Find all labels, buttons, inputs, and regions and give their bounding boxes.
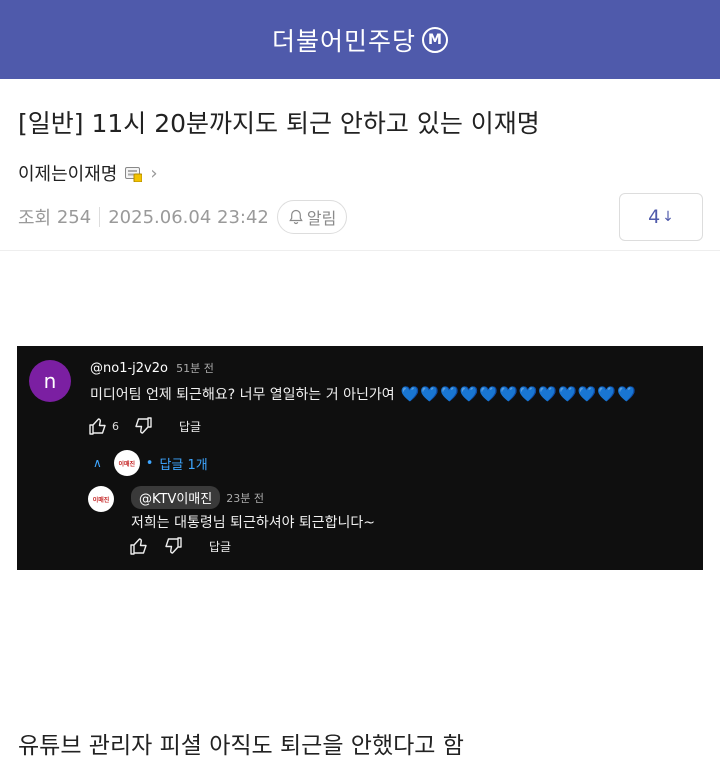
alarm-button[interactable]: 알림 <box>276 200 348 234</box>
reply-handle: @KTV이매진 <box>131 486 221 509</box>
chevron-right-icon: › <box>150 162 158 184</box>
comment-text-line: 미디어팀 언제 퇴근해요? 너무 열일하는 거 아닌가여 💙💙💙💙💙💙💙💙💙💙💙… <box>90 384 637 404</box>
post-meta: 조회 254 2025.06.04 23:42 알림 <box>18 200 348 234</box>
blue-hearts: 💙💙💙💙💙💙💙💙💙💙💙💙 <box>400 385 637 403</box>
thumbs-down-icon <box>135 417 152 434</box>
reply-label: 답글 <box>209 539 232 554</box>
like-count: 6 <box>112 419 119 433</box>
commenter-avatar: n <box>29 360 71 402</box>
post-body-text: 유튜브 관리자 피셜 아직도 퇴근을 안했다고 함 <box>18 733 464 759</box>
thumbs-up-icon <box>130 538 147 555</box>
reply-actions: 답글 <box>129 536 231 556</box>
reply-label: 답글 <box>179 419 202 434</box>
replies-toggle: ∧ 이매진 • 답글 1개 <box>93 450 208 476</box>
commenter-handle: @no1-j2v2o <box>90 361 168 376</box>
reply-channel-avatar: 이매진 <box>88 486 114 512</box>
reply-time: 23분 전 <box>226 491 264 505</box>
views-count: 254 <box>56 206 92 228</box>
author-row[interactable]: 이제는이재명 › <box>18 160 158 186</box>
alarm-label: 알림 <box>306 209 337 228</box>
commenter-line: @no1-j2v2o 51분 전 <box>90 360 214 376</box>
board-header: 더불어민주당 M <box>0 0 720 79</box>
arrow-down-icon: ↓ <box>662 209 674 225</box>
author-name[interactable]: 이제는이재명 <box>18 160 117 186</box>
reply-text: 저희는 대통령님 퇴근하셔야 퇴근합니다~ <box>131 515 376 531</box>
meta-divider <box>99 207 101 227</box>
views-label: 조회 <box>18 208 52 229</box>
reply-user-line: @KTV이매진 23분 전 <box>131 486 264 509</box>
comment-time: 51분 전 <box>176 362 214 375</box>
chevron-up-icon: ∧ <box>93 456 102 470</box>
post-title: [일반] 11시 20분까지도 퇴근 안하고 있는 이재명 <box>18 109 540 138</box>
member-level-icon <box>125 166 143 182</box>
thumbs-down-icon <box>165 537 182 554</box>
dot-separator: • <box>145 455 154 471</box>
comment-text: 미디어팀 언제 퇴근해요? 너무 열일하는 거 아닌가여 <box>90 387 395 403</box>
board-name[interactable]: 더불어민주당 <box>272 22 416 58</box>
post-datetime: 2025.06.04 23:42 <box>108 206 269 228</box>
board-badge-icon: M <box>422 26 448 53</box>
replies-count-label: 답글 1개 <box>159 457 208 473</box>
comment-count: 4 <box>648 206 661 228</box>
bell-icon <box>289 209 303 225</box>
channel-avatar-icon: 이매진 <box>113 450 140 476</box>
comment-jump-button[interactable]: 4 ↓ <box>619 193 703 241</box>
comment-actions: 6 답글 <box>88 416 201 436</box>
header-divider <box>0 250 720 251</box>
embedded-youtube-screenshot: n @no1-j2v2o 51분 전 미디어팀 언제 퇴근해요? 너무 열일하는… <box>17 346 703 570</box>
thumbs-up-icon <box>89 418 106 435</box>
